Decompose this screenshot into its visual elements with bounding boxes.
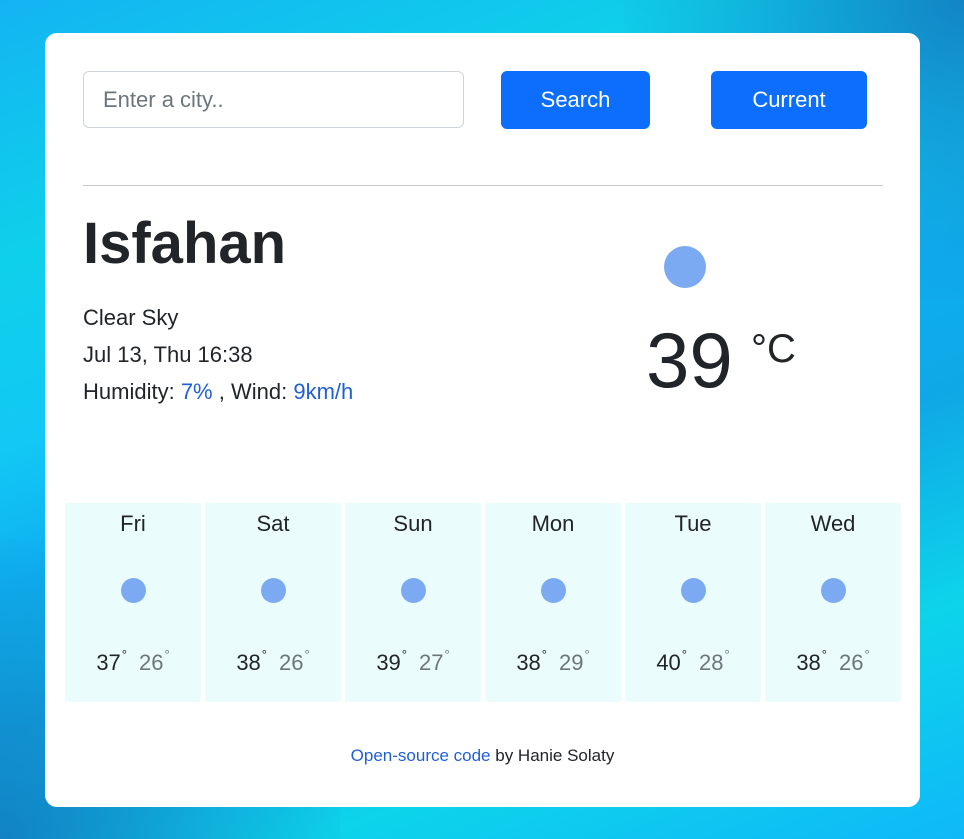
max-temp-value: 38 — [516, 650, 541, 675]
forecast-temps: 38° 29° — [485, 647, 621, 676]
forecast-day-name: Mon — [531, 511, 575, 536]
clear-sky-icon — [401, 578, 426, 603]
min-temp-value: 27 — [419, 650, 444, 675]
max-temp-value: 40 — [656, 650, 681, 675]
forecast-temps: 39° 27° — [345, 647, 481, 676]
humidity-label: Humidity: — [83, 379, 175, 404]
degree-symbol: ° — [541, 647, 547, 662]
degree-symbol: ° — [821, 647, 827, 662]
forecast-max-temp: 37° — [96, 647, 127, 675]
temperature-unit[interactable]: °C — [751, 329, 796, 369]
degree-symbol: ° — [864, 647, 870, 662]
forecast-min-temp: 26° — [139, 647, 170, 675]
city-search-input[interactable] — [83, 71, 464, 128]
degree-symbol: ° — [584, 647, 590, 662]
clear-sky-icon — [261, 578, 286, 603]
forecast-temps: 40° 28° — [625, 647, 761, 676]
forecast-max-temp: 39° — [376, 647, 407, 675]
forecast-max-temp: 40° — [656, 647, 687, 675]
forecast-temps: 38° 26° — [205, 647, 341, 676]
degree-symbol: ° — [724, 647, 730, 662]
forecast-max-temp: 38° — [516, 647, 547, 675]
weather-card: Search Current Isfahan Clear Sky Jul 13,… — [45, 33, 920, 807]
divider — [83, 185, 883, 186]
forecast-min-temp: 28° — [699, 647, 730, 675]
forecast-min-temp: 26° — [839, 647, 870, 675]
min-temp-value: 29 — [559, 650, 584, 675]
search-button[interactable]: Search — [501, 71, 650, 129]
forecast-min-temp: 26° — [279, 647, 310, 675]
wind-value: 9km/h — [293, 379, 354, 404]
forecast-max-temp: 38° — [796, 647, 827, 675]
weather-description: Clear Sky — [83, 305, 179, 330]
forecast-day-sat: Sat 38° 26° — [205, 503, 341, 702]
degree-symbol: ° — [401, 647, 407, 662]
forecast-day-name: Sun — [393, 511, 433, 536]
forecast-day-name: Sat — [256, 511, 290, 536]
clear-sky-icon — [121, 578, 146, 603]
date-time: Jul 13, Thu 16:38 — [83, 342, 253, 367]
current-location-button[interactable]: Current — [711, 71, 867, 129]
degree-symbol: ° — [681, 647, 687, 662]
clear-sky-icon — [664, 246, 706, 288]
humidity-wind: Humidity: 7% , Wind: 9km/h — [83, 381, 353, 403]
min-temp-value: 26 — [139, 650, 164, 675]
forecast-day-name: Tue — [674, 511, 712, 536]
source-code-link[interactable]: Open-source code — [351, 746, 491, 765]
max-temp-value: 39 — [376, 650, 401, 675]
forecast-day-sun: Sun 39° 27° — [345, 503, 481, 702]
max-temp-value: 38 — [796, 650, 821, 675]
degree-symbol: ° — [164, 647, 170, 662]
clear-sky-icon — [681, 578, 706, 603]
max-temp-value: 38 — [236, 650, 261, 675]
forecast-max-temp: 38° — [236, 647, 267, 675]
footer: Open-source code by Hanie Solaty — [45, 746, 920, 766]
author-credit: by Hanie Solaty — [490, 746, 615, 765]
city-name: Isfahan — [83, 211, 287, 276]
forecast-list: Fri 37° 26° Sat 38° 26° Sun 39° 27° Mon 38° 29° Tue 4… — [65, 503, 901, 702]
min-temp-value: 26 — [839, 650, 864, 675]
degree-symbol: ° — [304, 647, 310, 662]
forecast-day-fri: Fri 37° 26° — [65, 503, 201, 702]
max-temp-value: 37 — [96, 650, 121, 675]
forecast-min-temp: 27° — [419, 647, 450, 675]
degree-symbol: ° — [121, 647, 127, 662]
current-temperature: 39 — [646, 316, 733, 404]
forecast-day-tue: Tue 40° 28° — [625, 503, 761, 702]
forecast-temps: 37° 26° — [65, 647, 201, 676]
forecast-min-temp: 29° — [559, 647, 590, 675]
min-temp-value: 26 — [279, 650, 304, 675]
wind-label: , Wind: — [218, 379, 288, 404]
forecast-temps: 38° 26° — [765, 647, 901, 676]
forecast-day-wed: Wed 38° 26° — [765, 503, 901, 702]
humidity-value: 7% — [180, 379, 213, 404]
degree-symbol: ° — [444, 647, 450, 662]
forecast-day-name: Fri — [120, 511, 146, 536]
min-temp-value: 28 — [699, 650, 724, 675]
forecast-day-name: Wed — [810, 511, 856, 536]
forecast-day-mon: Mon 38° 29° — [485, 503, 621, 702]
degree-symbol: ° — [261, 647, 267, 662]
clear-sky-icon — [821, 578, 846, 603]
clear-sky-icon — [541, 578, 566, 603]
